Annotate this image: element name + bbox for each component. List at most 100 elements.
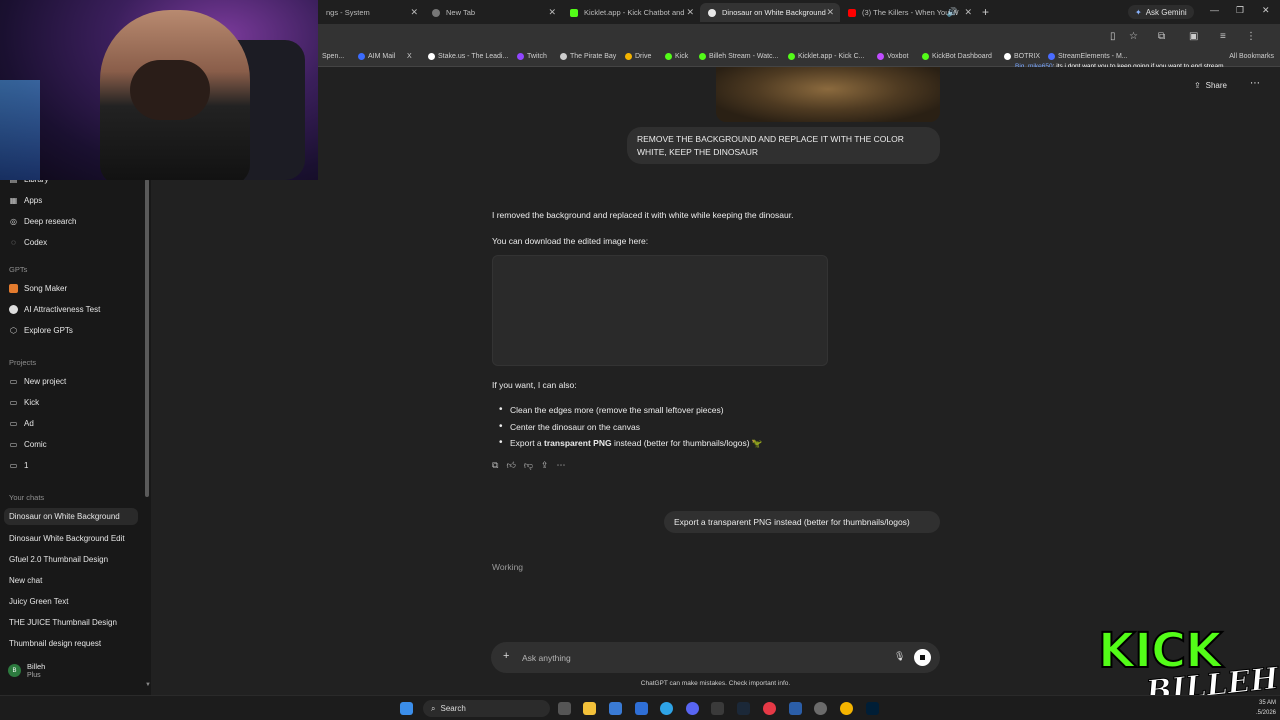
settings-icon[interactable]: [814, 702, 827, 715]
menu-dots-icon[interactable]: ⋮: [1246, 31, 1256, 42]
botrix-icon: [1004, 53, 1011, 60]
task-view-icon[interactable]: [558, 702, 571, 715]
tab-new-tab[interactable]: New Tab ✕: [424, 3, 562, 22]
bookmark-item[interactable]: Kicklet.app - Kick C...: [788, 53, 865, 60]
sidepanel-icon[interactable]: ▣: [1189, 31, 1198, 42]
gpt-ai-attractiveness[interactable]: AI Attractiveness Test: [9, 305, 100, 314]
sidebar-item-deep-research[interactable]: ◎ Deep research: [9, 217, 76, 226]
star-icon[interactable]: ☆: [1129, 31, 1138, 42]
chat-item-selected[interactable]: Dinosaur on White Background: [4, 508, 138, 525]
chat-item[interactable]: Dinosaur White Background Edit: [9, 534, 125, 543]
window-close-icon[interactable]: ✕: [1262, 5, 1270, 16]
uploaded-image-thumbnail[interactable]: [716, 67, 940, 122]
bookmark-label: Voxbot: [887, 53, 909, 60]
thumbs-up-icon[interactable]: 👍︎: [506, 460, 515, 471]
app-icon[interactable]: [789, 702, 802, 715]
bookmark-item[interactable]: Billeh Stream - Watc...: [699, 53, 778, 60]
stop-button[interactable]: [914, 649, 931, 666]
extensions-icon[interactable]: ⧉: [1158, 31, 1165, 42]
store-icon[interactable]: [609, 702, 622, 715]
chrome-icon[interactable]: [840, 702, 853, 715]
media-icon[interactable]: ≡: [1220, 31, 1226, 42]
sidebar-scrollbar[interactable]: [145, 179, 149, 497]
taskbar-search[interactable]: ⌕ Search: [423, 700, 550, 717]
discord-icon[interactable]: [686, 702, 699, 715]
gpt-song-maker[interactable]: Song Maker: [9, 284, 67, 293]
xbox-icon[interactable]: [711, 702, 724, 715]
close-icon[interactable]: ✕: [826, 7, 834, 18]
chat-item[interactable]: New chat: [9, 576, 42, 585]
bookmark-item[interactable]: Twitch: [517, 53, 547, 60]
maximize-icon[interactable]: ❐: [1236, 5, 1244, 16]
explore-gpts[interactable]: ⬡ Explore GPTs: [9, 326, 73, 335]
more-icon[interactable]: ⋯: [557, 460, 566, 471]
bookmark-item[interactable]: Stake.us - The Leadi...: [428, 53, 508, 60]
close-icon[interactable]: ✕: [410, 7, 418, 18]
close-icon[interactable]: ✕: [548, 7, 556, 18]
share-icon: ⇪: [1193, 81, 1201, 90]
tab-dinosaur-chat[interactable]: Dinosaur on White Background ✕: [700, 3, 840, 22]
app-icon[interactable]: [763, 702, 776, 715]
bookmark-item[interactable]: Drive: [625, 53, 651, 60]
project-ad[interactable]: ▭ Ad: [9, 419, 34, 428]
photoshop-icon[interactable]: [866, 702, 879, 715]
chat-item[interactable]: Gfuel 2.0 Thumbnail Design: [9, 555, 108, 564]
telescope-icon: ◎: [10, 217, 17, 226]
project-kick[interactable]: ▭ Kick: [9, 398, 39, 407]
close-icon[interactable]: ✕: [964, 7, 972, 18]
list-item: Center the dinosaur on the canvas: [499, 421, 762, 439]
thumbs-down-icon[interactable]: 👎︎: [524, 460, 533, 471]
copy-icon[interactable]: ⧉: [492, 460, 498, 471]
chat-item[interactable]: Juicy Green Text: [9, 597, 68, 606]
steam-icon[interactable]: [737, 702, 750, 715]
kicklet-icon: [570, 8, 578, 17]
new-tab-icon[interactable]: +: [982, 5, 989, 19]
chat-item[interactable]: THE JUICE Thumbnail Design: [9, 618, 117, 627]
prompt-input[interactable]: [522, 650, 862, 665]
projects-heading: Projects: [9, 358, 37, 367]
share-button[interactable]: ⇪ Share: [1194, 81, 1227, 90]
page-icon[interactable]: ▯: [1110, 31, 1116, 42]
project-comic[interactable]: ▭ Comic: [9, 440, 47, 449]
ask-gemini-button[interactable]: ✦ Ask Gemini: [1128, 5, 1194, 19]
close-icon[interactable]: ✕: [686, 7, 694, 18]
all-bookmarks-label: All Bookmarks: [1229, 53, 1274, 60]
bookmark-item[interactable]: X: [407, 53, 412, 60]
share-icon[interactable]: ⇪: [541, 460, 549, 471]
webcam-overlay: [0, 0, 318, 180]
minimize-icon[interactable]: —: [1210, 5, 1219, 15]
mail-icon[interactable]: [635, 702, 648, 715]
bookmark-item[interactable]: Spen...: [322, 53, 344, 60]
project-1[interactable]: ▭ 1: [9, 461, 29, 470]
bookmark-item[interactable]: KickBot Dashboard: [922, 53, 992, 60]
windows-start-icon[interactable]: [400, 702, 413, 715]
chat-item[interactable]: Thumbnail design request: [9, 639, 101, 648]
edge-icon[interactable]: [660, 702, 673, 715]
assistant-text: If you want, I can also:: [492, 380, 577, 390]
file-explorer-icon[interactable]: [583, 702, 596, 715]
tab-youtube[interactable]: (3) The Killers - When You W 🔊 ✕: [840, 3, 978, 22]
bookmark-item[interactable]: The Pirate Bay: [560, 53, 616, 60]
user-profile[interactable]: B Billeh Plus: [8, 662, 45, 679]
tab-system[interactable]: ngs - System ✕: [318, 3, 424, 22]
clock[interactable]: 35 AM .5/2026: [1256, 698, 1276, 718]
all-bookmarks-button[interactable]: All Bookmarks: [1229, 53, 1274, 60]
audio-icon[interactable]: 🔊: [947, 7, 958, 18]
more-options-icon[interactable]: ⋯: [1250, 78, 1260, 89]
bookmark-item[interactable]: AIM Mail: [358, 53, 395, 60]
bookmark-item[interactable]: Voxbot: [877, 53, 908, 60]
assistant-text: You can download the edited image here:: [492, 236, 649, 246]
list-text-bold: transparent PNG: [544, 438, 612, 448]
folder-icon: ▭: [9, 440, 18, 449]
microphone-icon[interactable]: 🎙︎: [894, 651, 905, 662]
suggestion-list: Clean the edges more (remove the small l…: [499, 404, 762, 455]
plus-icon[interactable]: +: [503, 650, 509, 662]
project-new[interactable]: ▭ New project: [9, 377, 67, 386]
tab-kicklet[interactable]: Kicklet.app - Kick Chatbot and ✕: [562, 3, 700, 22]
sidebar-item-apps[interactable]: ▦ Apps: [9, 196, 43, 205]
bookmark-item[interactable]: StreamElements - M...: [1048, 53, 1128, 60]
bookmark-item[interactable]: Kick: [665, 53, 688, 60]
bookmark-item[interactable]: BOTRIX: [1004, 53, 1040, 60]
sidebar-item-codex[interactable]: ◌ Codex: [9, 238, 47, 247]
generated-image-placeholder[interactable]: [492, 255, 828, 366]
